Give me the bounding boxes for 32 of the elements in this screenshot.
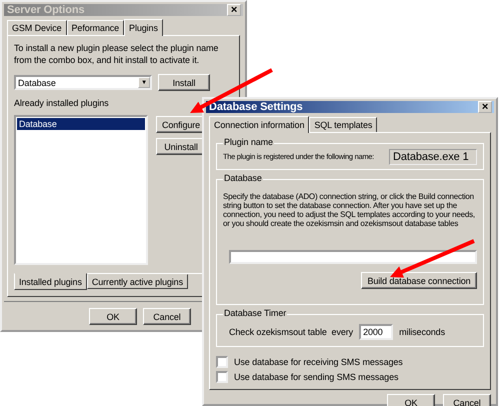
connection-string-field[interactable] <box>229 250 477 264</box>
field-label: Check ozekismsout table every <box>229 326 354 338</box>
window-title: Database Settings <box>209 101 303 113</box>
close-button[interactable]: × <box>478 101 492 113</box>
ok-button[interactable]: OK <box>89 308 137 325</box>
group-title: Plugin name <box>223 137 274 147</box>
ok-button[interactable]: OK <box>387 394 435 406</box>
interval-field[interactable]: 2000 <box>359 324 394 340</box>
checkbox-label: Use database for receiving SMS messages <box>234 356 403 368</box>
instructions-text: To install a new plugin please select the plugin name from the combo box, and hit install to activate it. <box>14 42 220 66</box>
list-item[interactable]: Database <box>17 118 145 130</box>
cancel-button[interactable]: Cancel <box>143 308 191 325</box>
build-button[interactable]: Build database connection <box>361 272 477 289</box>
tab[interactable]: SQL templates <box>309 117 378 132</box>
tab[interactable]: GSM Device <box>7 20 67 35</box>
install-button[interactable]: Install <box>158 74 210 91</box>
plugin-name-field: Database.exe 1 <box>389 149 477 165</box>
tab[interactable]: Plugins <box>124 19 163 36</box>
tab[interactable]: Peformance <box>66 20 124 35</box>
tab[interactable]: Installed plugins <box>14 273 87 290</box>
group-title: Database <box>223 173 263 183</box>
checkbox-label: Use database for sending SMS messages <box>234 371 398 383</box>
close-button[interactable]: × <box>227 4 241 16</box>
tab[interactable]: Currently active plugins <box>86 274 188 289</box>
group-title: Database Timer <box>223 308 288 318</box>
checkbox[interactable] <box>216 371 228 383</box>
cancel-button[interactable]: Cancel <box>443 394 491 406</box>
unit-label: miliseconds <box>399 326 445 338</box>
tab[interactable]: Connection information <box>209 116 310 133</box>
window-title: Server Options <box>7 4 84 16</box>
description-text: Specify the database (ADO) connection string, or click the Build connection string button to set the database connection. After you have set up the connection, you need to adjust the SQL templates according to your needs, or you should create the ozekismsin and ozekismsout database tables <box>223 192 476 228</box>
checkbox[interactable] <box>216 356 228 368</box>
